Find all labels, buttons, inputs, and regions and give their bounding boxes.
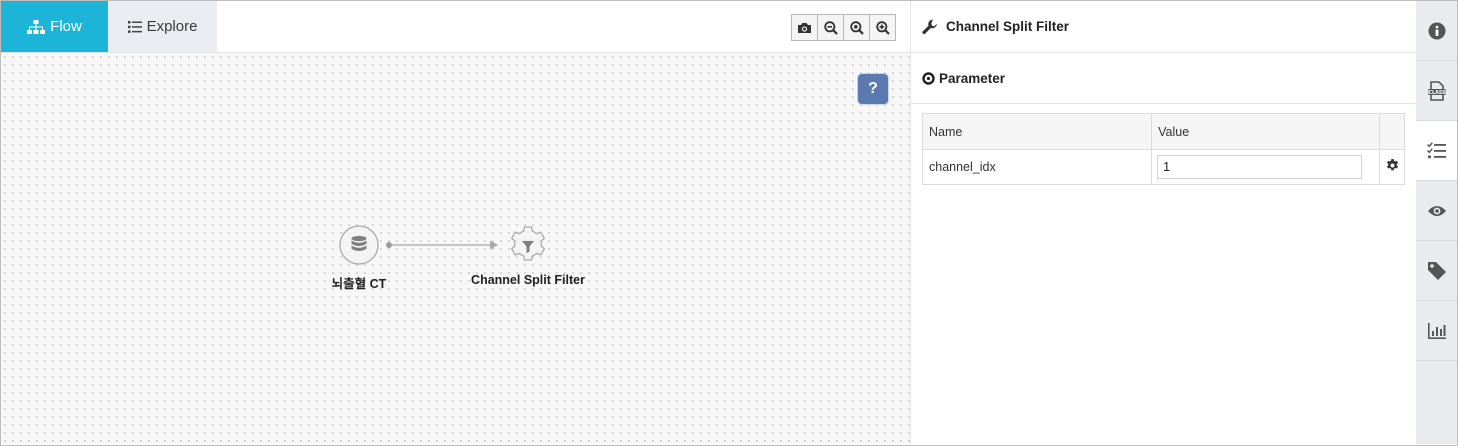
parameter-section-title: Parameter: [939, 70, 1006, 86]
info-icon: [1428, 22, 1445, 39]
zoom-fit-button[interactable]: [843, 14, 870, 41]
tab-flow[interactable]: Flow: [1, 1, 108, 52]
column-header-actions: [1379, 113, 1405, 150]
parameter-section-header: Parameter: [911, 53, 1417, 104]
canvas-toolbar: [791, 14, 896, 41]
node-connector: [386, 240, 498, 250]
bar-chart-icon: [1427, 322, 1446, 339]
table-header-row: Name Value: [921, 113, 1405, 150]
flow-node-filter[interactable]: [507, 225, 549, 267]
panel-title: Channel Split Filter: [946, 19, 1070, 34]
param-name-cell: channel_idx: [921, 149, 1153, 185]
flow-node-source[interactable]: [339, 225, 379, 265]
tab-flow-label: Flow: [50, 18, 82, 35]
flow-editor: Flow Explore ? 뇌출혈 CT Channel Split Filt…: [1, 1, 910, 444]
tag-icon: [1427, 261, 1446, 280]
rail-tag-button[interactable]: [1416, 241, 1457, 301]
param-settings-cell: [1379, 149, 1405, 185]
gear-icon: [1386, 159, 1398, 171]
eye-icon: [1427, 205, 1446, 216]
tab-explore-label: Explore: [146, 18, 198, 35]
filter-gear-icon: [510, 226, 546, 261]
settings-gear-button[interactable]: [1386, 159, 1399, 172]
param-value-cell: [1151, 149, 1381, 185]
rail-chart-button[interactable]: [1416, 301, 1457, 361]
table-row: channel_idx: [921, 149, 1405, 185]
side-rail: CLASS: [1416, 1, 1457, 444]
column-header-name: Name: [921, 113, 1153, 150]
tab-explore[interactable]: Explore: [108, 1, 217, 52]
zoom-fit-icon: [849, 20, 864, 35]
rail-preview-button[interactable]: [1416, 181, 1457, 241]
wrench-icon: [922, 19, 938, 35]
flow-node-source-label: 뇌출혈 CT: [331, 277, 387, 291]
circle-dot-icon: [922, 71, 935, 85]
svg-text:CLASS: CLASS: [1428, 89, 1445, 95]
rail-info-button[interactable]: [1416, 1, 1457, 61]
checklist-icon: [1426, 141, 1446, 158]
zoom-in-button[interactable]: [869, 14, 896, 41]
class-file-icon: CLASS: [1428, 80, 1446, 101]
flow-canvas[interactable]: ? 뇌출혈 CT Channel Split Filter: [1, 53, 910, 444]
param-value-input[interactable]: [1157, 155, 1363, 179]
column-header-value: Value: [1151, 113, 1381, 150]
sitemap-icon: [27, 19, 46, 34]
camera-icon: [798, 22, 811, 33]
list-icon: [127, 20, 142, 33]
screenshot-button[interactable]: [791, 14, 818, 41]
flow-node-filter-label: Channel Split Filter: [471, 273, 585, 287]
editor-topbar: Flow Explore: [1, 1, 910, 53]
parameter-table: Name Value channel_idx: [921, 113, 1405, 185]
properties-panel: Channel Split Filter Parameter Name Valu…: [910, 1, 1417, 444]
rail-parameters-button[interactable]: [1416, 121, 1457, 181]
rail-class-button[interactable]: CLASS: [1416, 61, 1457, 121]
zoom-in-icon: [875, 20, 890, 35]
panel-header: Channel Split Filter: [911, 1, 1417, 53]
zoom-out-button[interactable]: [817, 14, 844, 41]
zoom-out-icon: [823, 20, 838, 35]
database-icon: [339, 225, 379, 265]
